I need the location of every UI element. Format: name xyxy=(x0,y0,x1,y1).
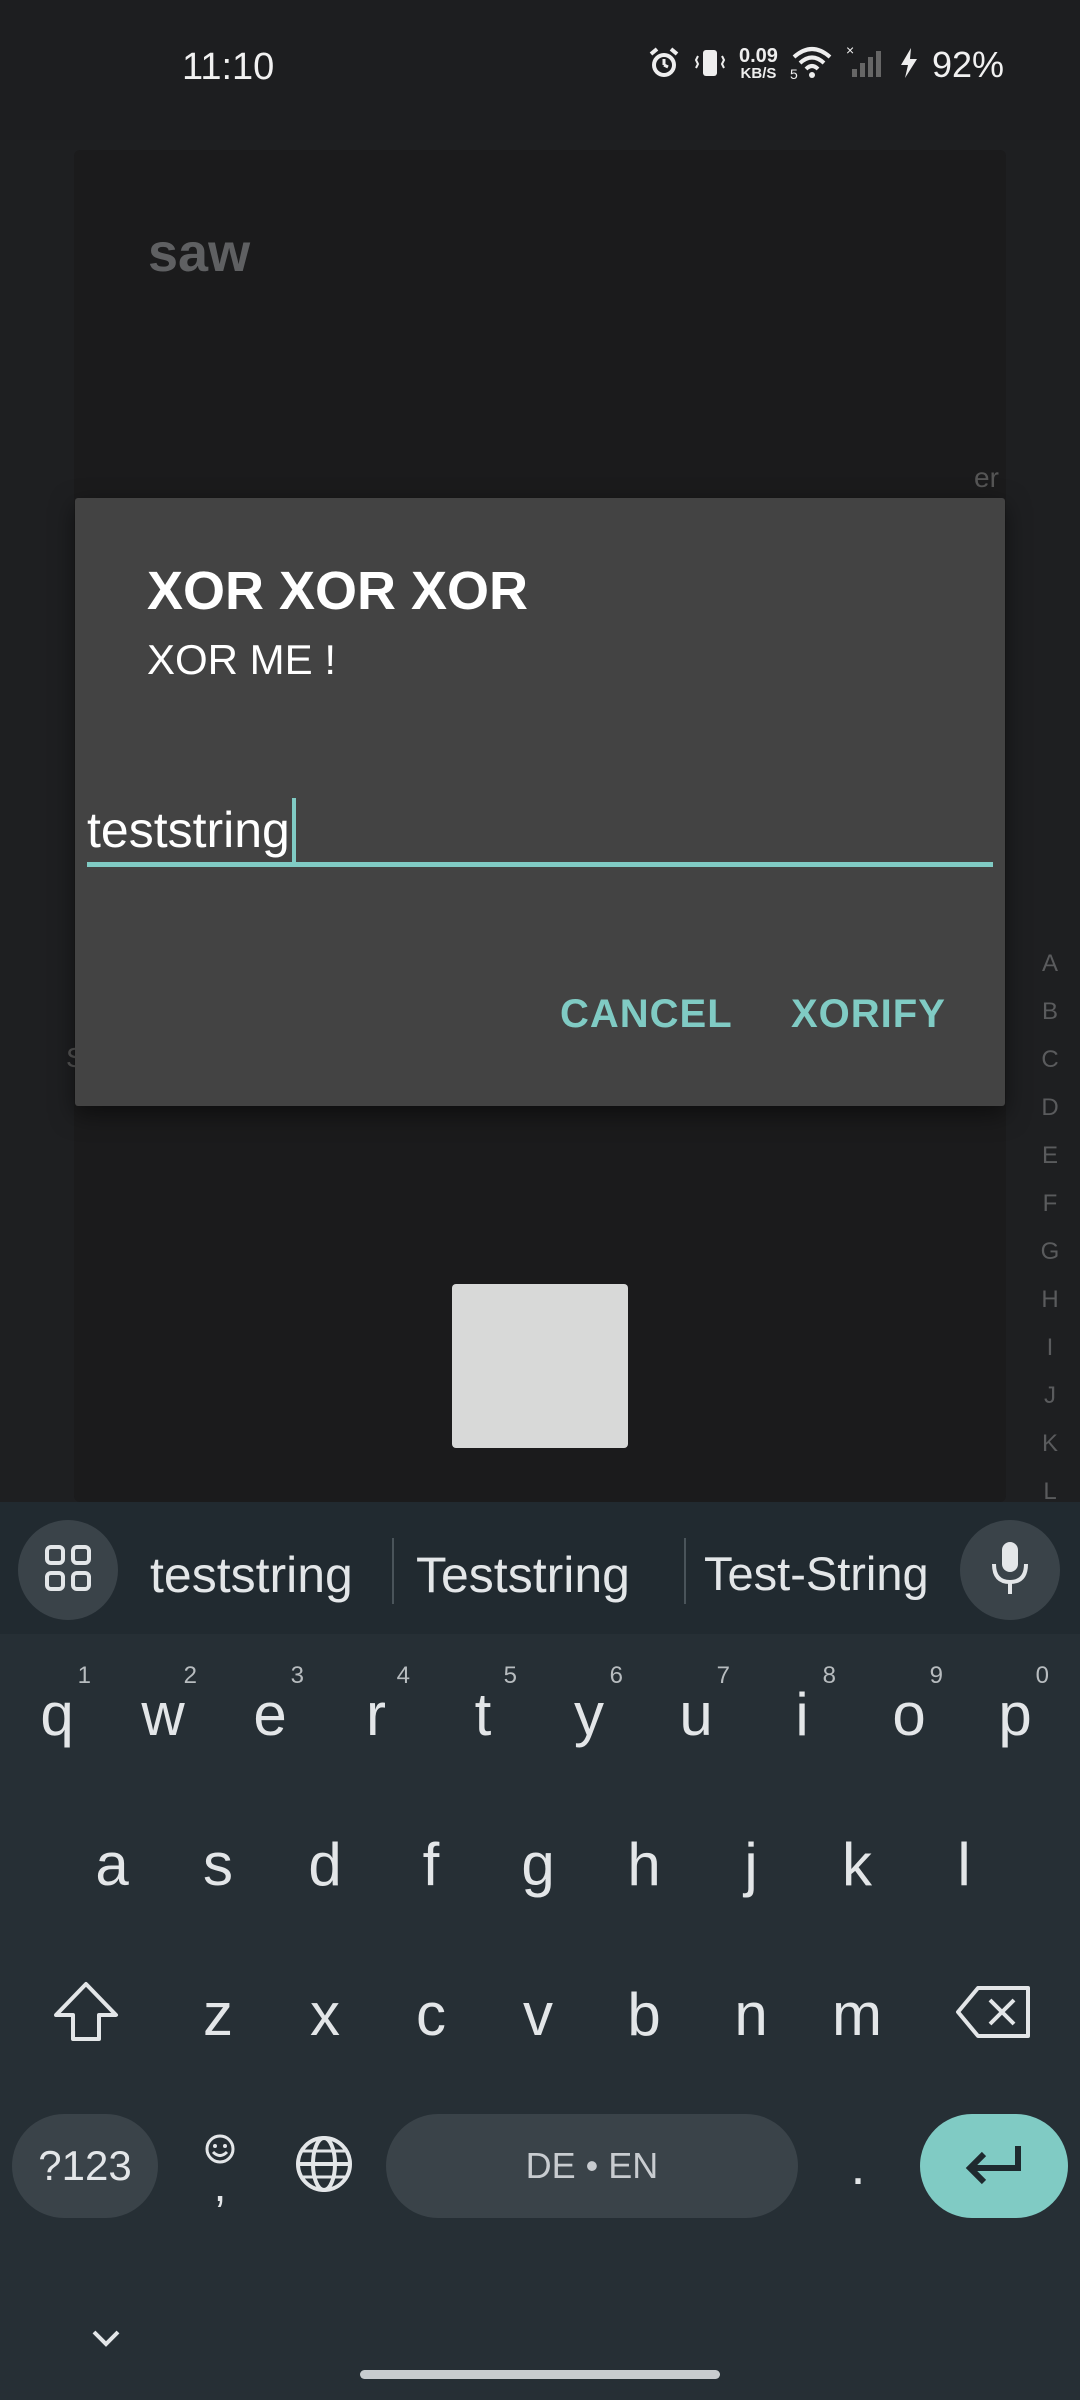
xorify-button[interactable]: XORIFY xyxy=(791,992,946,1037)
background-title: saw xyxy=(148,223,251,283)
key-k[interactable]: k xyxy=(805,1804,909,1924)
period-key[interactable]: . xyxy=(810,2114,906,2218)
net-speed-value: 0.09 xyxy=(739,45,778,67)
key-f[interactable]: f xyxy=(379,1804,483,1924)
key-v[interactable]: v xyxy=(486,1954,590,2074)
comma-label: , xyxy=(213,2158,227,2211)
shift-icon xyxy=(51,1979,121,2050)
key-y[interactable]: y6 xyxy=(537,1654,641,1774)
keyboard-apps-button[interactable] xyxy=(18,1520,118,1620)
status-icons: 0.09 KB/S 5 × 92% xyxy=(647,42,1004,86)
charging-icon xyxy=(898,46,920,85)
alpha-letter[interactable]: H xyxy=(1030,1286,1070,1334)
backspace-key[interactable] xyxy=(924,1954,1064,2074)
cancel-button[interactable]: CANCEL xyxy=(560,992,733,1037)
suggestion-divider xyxy=(684,1538,686,1604)
key-h[interactable]: h xyxy=(592,1804,696,1924)
symbols-key[interactable]: ?123 xyxy=(12,2114,158,2218)
key-x[interactable]: x xyxy=(273,1954,377,2074)
key-a[interactable]: a xyxy=(60,1804,164,1924)
key-d[interactable]: d xyxy=(273,1804,377,1924)
key-m[interactable]: m xyxy=(805,1954,909,2074)
enter-icon xyxy=(962,2142,1026,2191)
grid-icon xyxy=(43,1543,93,1598)
voice-input-button[interactable] xyxy=(960,1520,1060,1620)
status-bar: 11:10 0.09 KB/S 5 × 92% xyxy=(0,0,1080,140)
keyboard: teststring Teststring Test-String q1 w2 … xyxy=(0,1502,1080,2400)
emoji-comma-key[interactable]: , xyxy=(172,2114,268,2218)
alpha-letter[interactable]: A xyxy=(1030,950,1070,998)
xor-dialog: XOR XOR XOR XOR ME ! teststring CANCEL X… xyxy=(75,498,1005,1106)
dialog-title: XOR XOR XOR xyxy=(147,561,529,621)
wifi-icon: 5 xyxy=(790,45,834,86)
key-n[interactable]: n xyxy=(699,1954,803,2074)
vibrate-icon xyxy=(693,46,727,85)
mic-icon xyxy=(988,1540,1032,1601)
battery-percent: 92% xyxy=(931,44,1004,85)
globe-icon xyxy=(293,2133,355,2200)
suggestion-bar: teststring Teststring Test-String xyxy=(0,1502,1080,1634)
key-w[interactable]: w2 xyxy=(111,1654,215,1774)
alpha-letter[interactable]: J xyxy=(1030,1382,1070,1430)
text-cursor xyxy=(291,798,296,862)
alpha-letter[interactable]: F xyxy=(1030,1190,1070,1238)
key-i[interactable]: i8 xyxy=(750,1654,854,1774)
key-z[interactable]: z xyxy=(166,1954,270,2074)
background-fragment: er xyxy=(974,462,999,493)
key-c[interactable]: c xyxy=(379,1954,483,2074)
space-key[interactable]: DE • EN xyxy=(386,2114,798,2218)
text-input-value: teststring xyxy=(87,802,290,858)
key-q[interactable]: q1 xyxy=(5,1654,109,1774)
key-l[interactable]: l xyxy=(912,1804,1016,1924)
alpha-letter[interactable]: I xyxy=(1030,1334,1070,1382)
chevron-down-icon xyxy=(88,2326,124,2355)
net-speed: 0.09 KB/S xyxy=(739,45,778,82)
signal-icon: × xyxy=(846,42,886,86)
net-speed-unit: KB/S xyxy=(740,65,777,82)
text-input[interactable]: teststring xyxy=(87,798,993,867)
alpha-letter[interactable]: D xyxy=(1030,1094,1070,1142)
key-o[interactable]: o9 xyxy=(857,1654,961,1774)
alpha-letter[interactable]: B xyxy=(1030,998,1070,1046)
key-b[interactable]: b xyxy=(592,1954,696,2074)
suggestion-1[interactable]: teststring xyxy=(150,1546,353,1604)
alpha-letter[interactable]: E xyxy=(1030,1142,1070,1190)
language-key[interactable] xyxy=(276,2114,372,2218)
dialog-message: XOR ME ! xyxy=(147,636,337,683)
key-p[interactable]: p0 xyxy=(963,1654,1067,1774)
key-j[interactable]: j xyxy=(699,1804,803,1924)
backspace-icon xyxy=(954,1982,1034,2047)
key-r[interactable]: r4 xyxy=(324,1654,428,1774)
suggestion-3[interactable]: Test-String xyxy=(704,1546,929,1601)
key-u[interactable]: u7 xyxy=(644,1654,748,1774)
hide-keyboard-button[interactable] xyxy=(66,2310,146,2370)
square-button[interactable] xyxy=(452,1284,628,1448)
suggestion-divider xyxy=(392,1538,394,1604)
alpha-letter[interactable]: G xyxy=(1030,1238,1070,1286)
shift-key[interactable] xyxy=(16,1954,156,2074)
gesture-nav-handle[interactable] xyxy=(360,2370,720,2379)
alarm-icon xyxy=(647,46,681,85)
wifi-sub: 5 xyxy=(790,66,798,81)
alpha-letter[interactable]: C xyxy=(1030,1046,1070,1094)
key-g[interactable]: g xyxy=(486,1804,590,1924)
key-e[interactable]: e3 xyxy=(218,1654,322,1774)
alpha-letter[interactable]: K xyxy=(1030,1430,1070,1478)
status-time: 11:10 xyxy=(182,46,275,88)
key-s[interactable]: s xyxy=(166,1804,270,1924)
key-t[interactable]: t5 xyxy=(431,1654,535,1774)
suggestion-2[interactable]: Teststring xyxy=(416,1546,630,1604)
svg-text:×: × xyxy=(846,45,854,58)
enter-key[interactable] xyxy=(920,2114,1068,2218)
